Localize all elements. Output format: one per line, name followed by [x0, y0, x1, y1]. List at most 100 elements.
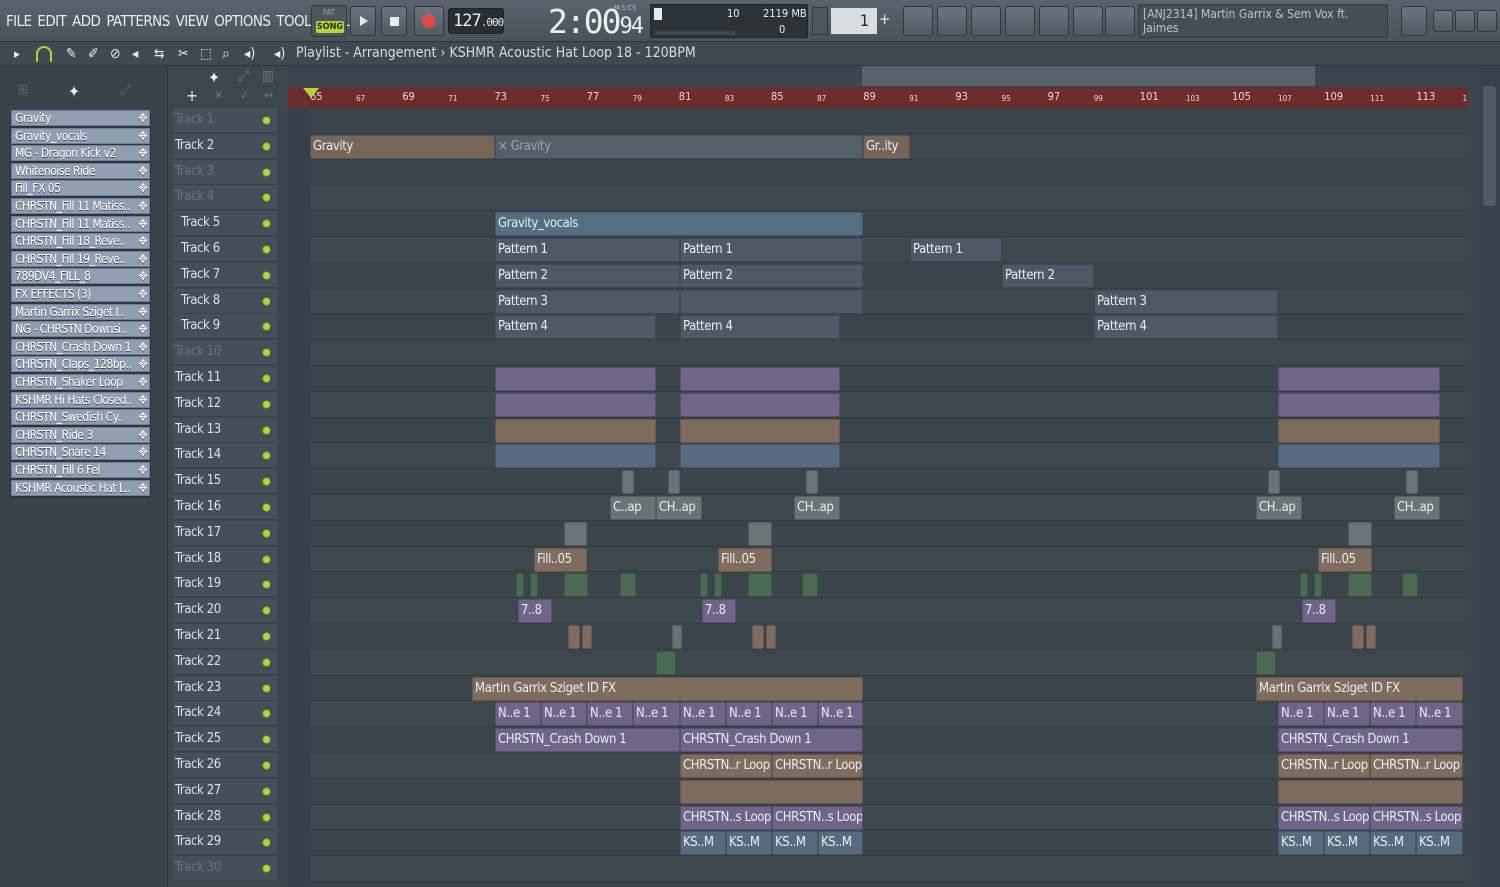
- drag-handle-icon[interactable]: ✥: [138, 445, 147, 459]
- channel-item[interactable]: CHRSTN_Swedish Cy.. ✥: [11, 409, 150, 426]
- playlist-clip[interactable]: [680, 367, 840, 391]
- add-track-icon[interactable]: +: [186, 86, 198, 105]
- drag-handle-icon[interactable]: ✥: [138, 199, 147, 213]
- playlist-clip[interactable]: [1278, 367, 1440, 391]
- playlist-clip[interactable]: N..e 1: [1370, 702, 1416, 727]
- playback-icon[interactable]: ◂): [244, 46, 255, 62]
- playlist-clip[interactable]: [495, 418, 656, 443]
- track-enable-led[interactable]: [262, 451, 271, 461]
- track-lane[interactable]: [310, 185, 1465, 212]
- track-header[interactable]: Track 30: [173, 856, 277, 882]
- track-lane[interactable]: [310, 649, 1465, 676]
- playlist-clip[interactable]: CHRSTN..s Loop: [680, 805, 772, 830]
- menu-file[interactable]: FILE: [6, 12, 32, 30]
- track-enable-led[interactable]: [262, 348, 271, 358]
- channel-item[interactable]: Whitenoise Ride ✥: [11, 162, 150, 179]
- playlist-clip[interactable]: Gravity: [310, 134, 495, 159]
- track-header[interactable]: Track 5: [173, 211, 277, 237]
- playlist-clip[interactable]: [752, 625, 764, 649]
- track-enable-led[interactable]: [262, 812, 271, 822]
- drag-handle-icon[interactable]: ✥: [138, 217, 147, 231]
- track-header[interactable]: Track 12: [173, 391, 277, 417]
- playlist-clip[interactable]: [1348, 521, 1372, 546]
- track-header[interactable]: Track 27: [173, 778, 277, 804]
- playlist-clip[interactable]: Pattern 3: [495, 289, 680, 314]
- playhead-marker-icon[interactable]: [303, 88, 319, 98]
- track-enable-led[interactable]: [262, 735, 271, 745]
- playlist-clip[interactable]: [1278, 418, 1440, 443]
- drag-handle-icon[interactable]: ✥: [138, 164, 147, 178]
- track-lane[interactable]: [310, 598, 1465, 624]
- track-lane[interactable]: [310, 211, 1465, 237]
- playlist-clip[interactable]: [1278, 779, 1463, 804]
- paint-icon[interactable]: ✐: [88, 46, 99, 62]
- speaker-icon[interactable]: ◂): [274, 46, 285, 62]
- playlist-clip[interactable]: Pattern 4: [1094, 315, 1278, 340]
- track-header[interactable]: Track 20: [173, 598, 277, 624]
- playlist-clip[interactable]: [680, 289, 863, 314]
- track-lane[interactable]: [310, 263, 1465, 289]
- track-enable-led[interactable]: [262, 425, 271, 435]
- playlist-clip[interactable]: N..e 1: [541, 702, 587, 727]
- drag-handle-icon[interactable]: ✥: [138, 393, 147, 407]
- track-enable-led[interactable]: [262, 786, 271, 796]
- playlist-clip[interactable]: Pattern 1: [680, 238, 863, 262]
- pattern-selector[interactable]: 1: [831, 8, 877, 34]
- track-header[interactable]: Track 29: [173, 830, 277, 856]
- channel-item[interactable]: KSHMR Acoustic Hat L.. ✥: [11, 479, 150, 496]
- playlist-clip[interactable]: Pattern 1: [910, 238, 1002, 262]
- playlist-clip[interactable]: N..e 1: [1324, 702, 1370, 727]
- channel-item[interactable]: CHRSTN_Claps_128bp.. ✥: [11, 356, 150, 373]
- timeline-ruler[interactable]: 65 67 69 71 73 75 77 79 81 83 85 87 89 91 93 95 97 99 101 1…: [288, 87, 1468, 108]
- drag-handle-icon[interactable]: ✥: [138, 269, 147, 283]
- track-enable-led[interactable]: [262, 193, 271, 203]
- track-lane[interactable]: [310, 160, 1465, 186]
- track-header[interactable]: Track 21: [173, 624, 277, 649]
- track-lane[interactable]: [310, 469, 1465, 495]
- drag-handle-icon[interactable]: ✥: [138, 146, 147, 160]
- track-enable-led[interactable]: [262, 399, 271, 409]
- track-enable-led[interactable]: [262, 374, 271, 383]
- playlist-clip[interactable]: N..e 1: [818, 702, 863, 727]
- performance-icon[interactable]: [1073, 6, 1103, 36]
- playlist-clip[interactable]: N..e 1: [495, 702, 541, 727]
- track-enable-led[interactable]: [262, 322, 271, 332]
- mute-icon[interactable]: ◂: [132, 46, 138, 62]
- track-enable-led[interactable]: [262, 270, 271, 280]
- track-lane[interactable]: [310, 314, 1465, 341]
- slip-icon[interactable]: ⇆: [154, 46, 165, 62]
- channel-item[interactable]: CHRSTN_Fill 19_Reve.. ✥: [11, 250, 150, 267]
- menu-edit[interactable]: EDIT: [37, 12, 66, 30]
- menu-add[interactable]: ADD: [72, 12, 101, 30]
- channel-item[interactable]: CHRSTN_Fill 18_Reve.. ✥: [11, 233, 150, 250]
- track-enable-led[interactable]: [262, 477, 271, 487]
- remove-icon[interactable]: ✕: [214, 88, 223, 102]
- playlist-clip[interactable]: N..e 1: [633, 702, 680, 727]
- playlist-clip[interactable]: Fill..05: [1318, 547, 1372, 572]
- channel-item[interactable]: CHRSTN_Snare 14 ✥: [11, 444, 150, 461]
- track-lane[interactable]: [310, 340, 1465, 366]
- playlist-clip[interactable]: [806, 470, 818, 495]
- tempo-display[interactable]: 127.000: [448, 8, 504, 34]
- drag-handle-icon[interactable]: ✥: [138, 375, 147, 389]
- picker-audio-icon[interactable]: ⊞: [18, 82, 42, 98]
- playlist-clip[interactable]: [1348, 573, 1372, 598]
- drag-handle-icon[interactable]: ✥: [138, 287, 147, 301]
- playlist-clip[interactable]: N..e 1: [1278, 702, 1324, 727]
- playlist-clip[interactable]: KS..M: [680, 831, 726, 856]
- drag-handle-icon[interactable]: ✥: [138, 428, 147, 442]
- playlist-clip[interactable]: [582, 625, 592, 649]
- track-lane[interactable]: [310, 572, 1465, 599]
- track-enable-led[interactable]: [262, 296, 271, 306]
- playlist-clip[interactable]: [1366, 625, 1376, 649]
- track-header[interactable]: Track 8: [173, 288, 277, 314]
- playlist-clip[interactable]: [680, 779, 863, 804]
- playlist-clip[interactable]: KS..M: [1370, 831, 1416, 856]
- pattern-prev-button[interactable]: [812, 7, 828, 35]
- playlist-clip[interactable]: [700, 573, 708, 598]
- zoom-icon[interactable]: ⌕: [222, 46, 230, 62]
- track-enable-led[interactable]: [262, 245, 271, 254]
- playlist-clip[interactable]: CHRSTN_Crash Down 1: [680, 728, 863, 753]
- playlist-clip[interactable]: CHRSTN_Crash Down 1: [495, 728, 680, 753]
- playlist-clip[interactable]: [748, 573, 772, 598]
